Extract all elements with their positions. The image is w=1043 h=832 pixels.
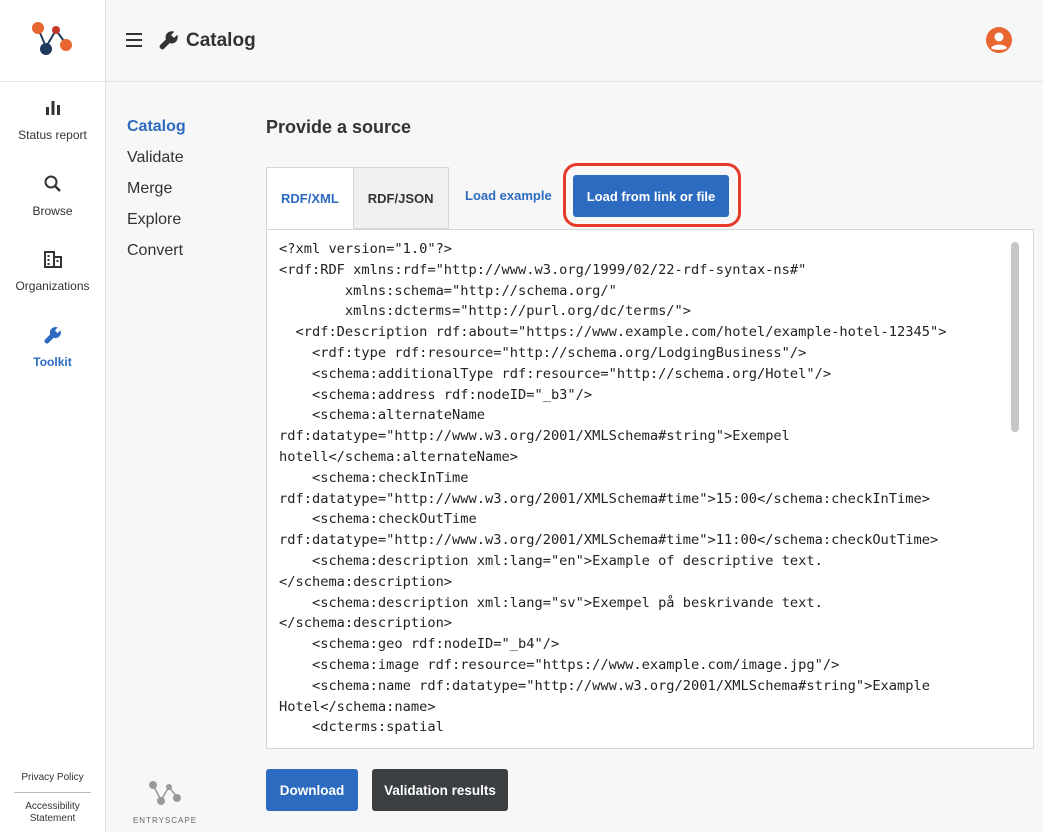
wrench-icon xyxy=(159,31,178,50)
subnav-item-explore[interactable]: Explore xyxy=(127,209,186,240)
download-button[interactable]: Download xyxy=(266,769,358,811)
subnav-item-merge[interactable]: Merge xyxy=(127,178,186,209)
rail-label: Status report xyxy=(18,128,87,142)
rail-footer-divider xyxy=(14,792,91,793)
rail-label: Toolkit xyxy=(33,355,72,369)
editor-scrollbar[interactable] xyxy=(1011,242,1019,432)
source-code-text[interactable]: <?xml version="1.0"?> <rdf:RDF xmlns:rdf… xyxy=(279,239,1009,738)
accessibility-statement-link[interactable]: Accessibility Statement xyxy=(0,801,105,825)
top-header: Catalog xyxy=(106,0,1043,82)
rail-item-organizations[interactable]: Organizations xyxy=(0,249,105,293)
load-example-button[interactable]: Load example xyxy=(465,188,552,203)
left-rail: Status report Browse Organizations Toolk… xyxy=(0,0,106,832)
subnav-item-validate[interactable]: Validate xyxy=(127,147,186,178)
privacy-policy-link[interactable]: Privacy Policy xyxy=(0,772,105,783)
tab-rdf-xml[interactable]: RDF/XML xyxy=(266,167,354,229)
rail-item-status-report[interactable]: Status report xyxy=(0,98,105,142)
rail-item-browse[interactable]: Browse xyxy=(0,174,105,218)
page-title: Catalog xyxy=(186,30,256,51)
subnav-item-convert[interactable]: Convert xyxy=(127,240,186,271)
entryscape-logo-icon xyxy=(149,781,181,805)
user-avatar-icon[interactable] xyxy=(985,26,1013,54)
source-editor[interactable]: <?xml version="1.0"?> <rdf:RDF xmlns:rdf… xyxy=(266,229,1034,749)
wrench-icon xyxy=(43,327,61,344)
menu-icon[interactable] xyxy=(126,33,142,47)
entryscape-label: ENTRYSCAPE xyxy=(132,816,198,825)
section-heading: Provide a source xyxy=(266,117,412,137)
format-tabs: RDF/XML RDF/JSON xyxy=(266,167,449,229)
subnav-item-catalog[interactable]: Catalog xyxy=(127,116,186,147)
entryscape-logo: ENTRYSCAPE xyxy=(132,780,198,825)
rail-label: Organizations xyxy=(15,279,90,293)
building-icon xyxy=(43,251,62,268)
validation-results-button[interactable]: Validation results xyxy=(372,769,508,811)
app-logo[interactable] xyxy=(0,0,105,82)
load-from-link-or-file-button[interactable]: Load from link or file xyxy=(573,175,729,217)
toolkit-subnav: Catalog Validate Merge Explore Convert xyxy=(127,116,186,271)
rail-label: Browse xyxy=(32,204,73,218)
tab-rdf-json[interactable]: RDF/JSON xyxy=(353,167,449,229)
rail-item-toolkit[interactable]: Toolkit xyxy=(0,325,105,369)
bar-chart-icon xyxy=(45,101,60,115)
app-logo-icon xyxy=(31,21,72,55)
search-icon xyxy=(44,175,61,192)
